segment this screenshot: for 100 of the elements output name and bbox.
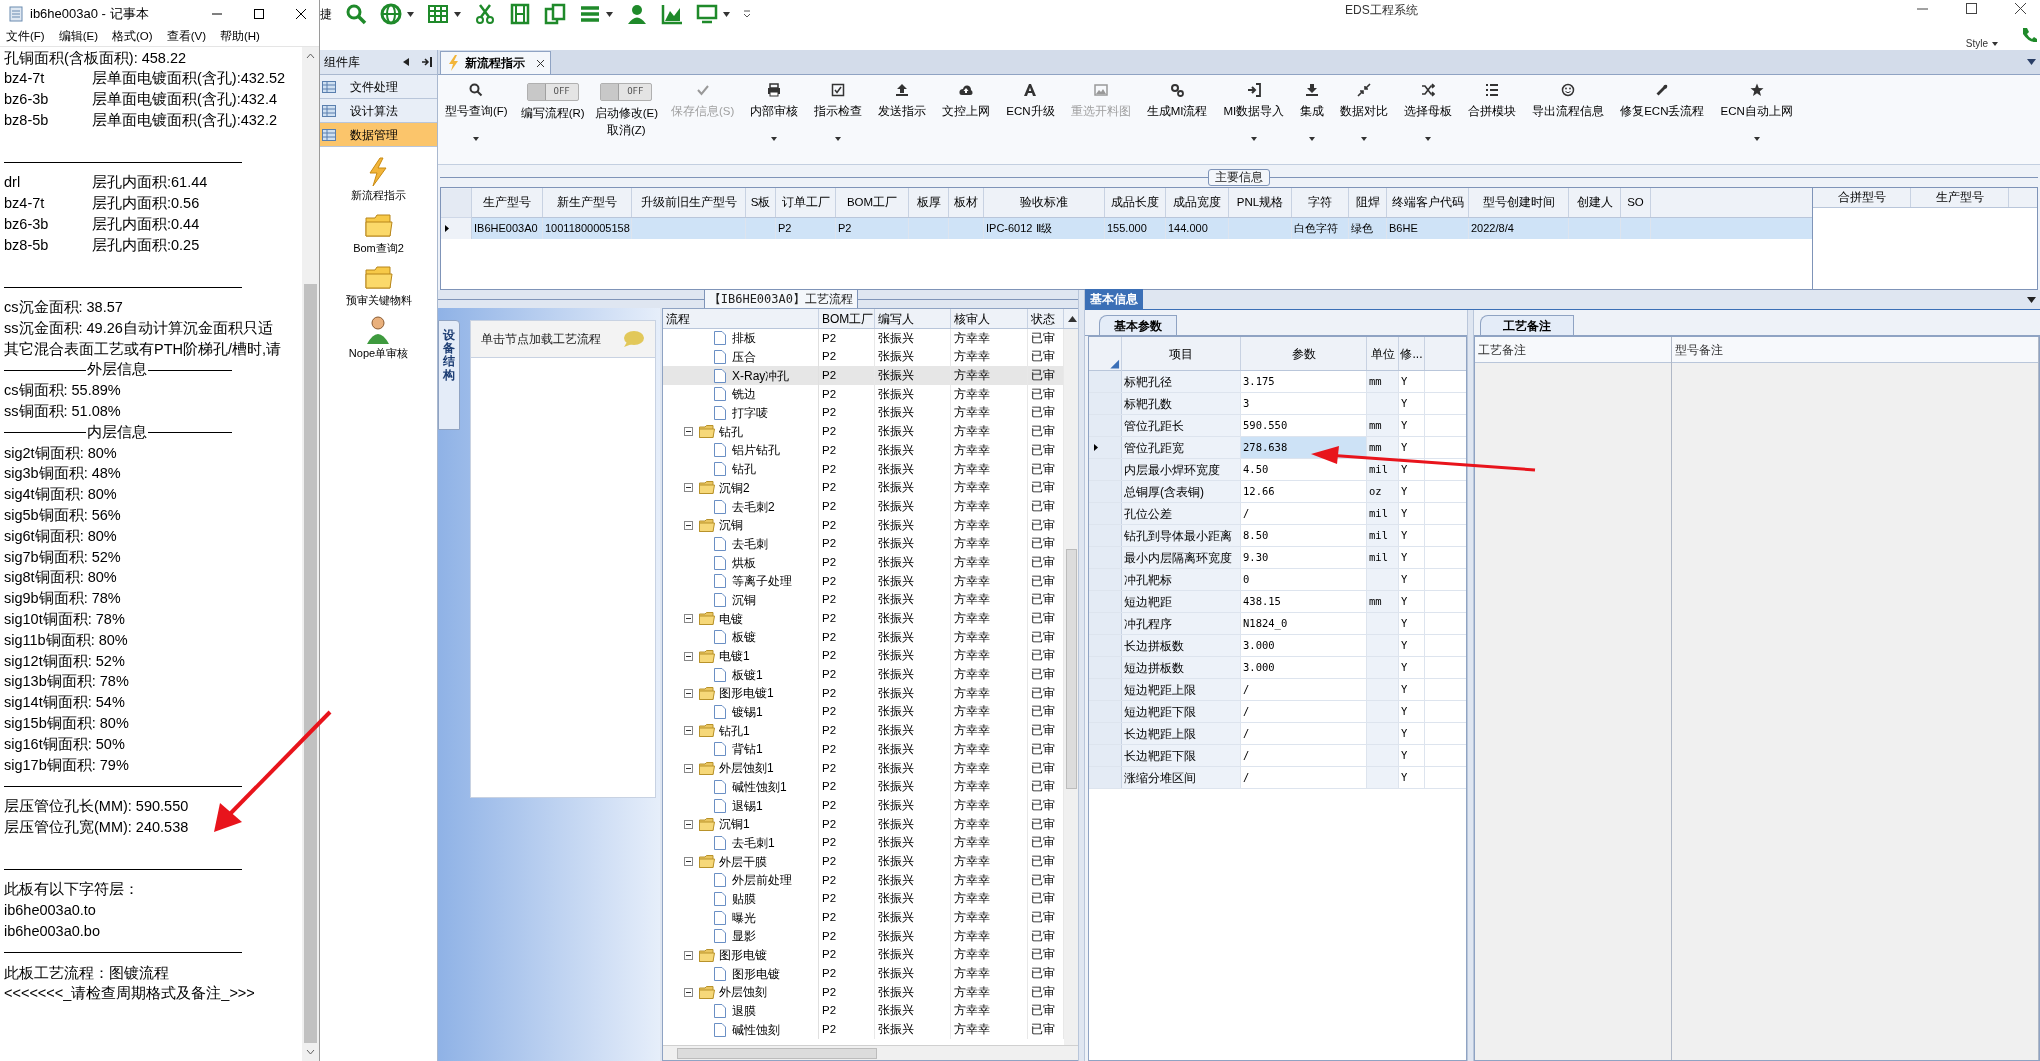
close-icon[interactable] (2015, 3, 2026, 14)
column-header[interactable]: 板材 (949, 188, 984, 217)
row-header[interactable] (441, 218, 472, 239)
table-row[interactable]: 标靶孔数 3 Y (1089, 393, 1466, 415)
table-row[interactable]: 钻孔到导体最小距离 8.50 mil Y (1089, 525, 1466, 547)
scissors-icon[interactable] (474, 3, 496, 25)
column-header[interactable]: 字符 (1292, 188, 1349, 217)
sidebar-item[interactable]: 设计算法 (320, 99, 437, 123)
panel-tab[interactable]: 工艺备注 (1480, 315, 1574, 335)
column-header[interactable]: 型号备注 (1672, 337, 2038, 363)
collapse-box-icon[interactable] (684, 688, 693, 698)
ribbon-button[interactable]: 合拼模块 (1465, 83, 1520, 153)
copy-icon[interactable] (544, 3, 566, 25)
collapse-box-icon[interactable] (684, 427, 693, 437)
table-row[interactable]: 内层最小焊环宽度 4.50 mil Y (1089, 459, 1466, 481)
table-icon[interactable] (427, 3, 449, 25)
scrollbar[interactable] (663, 1045, 1079, 1060)
table-row[interactable]: 短边拼板数 3.000 Y (1089, 657, 1466, 679)
column-header[interactable]: 终端客户代码 (1387, 188, 1469, 217)
table-row[interactable]: 短边靶距 438.15 mm Y (1089, 591, 1466, 613)
sidebar-item[interactable]: 数据管理 (320, 123, 437, 147)
table-row[interactable]: 标靶孔径 3.175 mm Y (1089, 371, 1466, 393)
ribbon-button[interactable]: 数据对比 (1337, 83, 1392, 153)
scroll-up-icon[interactable] (1068, 316, 1077, 322)
column-header[interactable]: 核审人 (951, 309, 1028, 328)
chart-icon[interactable] (661, 3, 683, 25)
phone-icon[interactable] (2020, 26, 2038, 44)
collapse-box-icon[interactable] (684, 614, 693, 624)
column-header[interactable]: BOM工厂 (836, 188, 909, 217)
toggle-switch[interactable]: OFF (600, 83, 653, 101)
table-row[interactable]: 冲孔程序 N1824_0 Y (1089, 613, 1466, 635)
toggle-switch[interactable]: OFF (526, 83, 579, 101)
menu-item[interactable]: 文件(F) (6, 28, 45, 46)
column-header[interactable]: PNL规格 (1229, 188, 1292, 217)
table-row[interactable]: 长边靶距下限 / Y (1089, 745, 1466, 767)
column-header[interactable]: S板 (746, 188, 776, 217)
collapse-box-icon[interactable] (684, 819, 693, 829)
panel-tab[interactable]: 基本参数 (1099, 315, 1177, 335)
globe-icon[interactable] (380, 3, 402, 25)
column-header[interactable]: 工艺备注 (1475, 337, 1671, 363)
table-row[interactable]: 冲孔靶标 0 Y (1089, 569, 1466, 591)
ribbon-button[interactable]: 导出流程信息 (1529, 83, 1608, 153)
close-icon[interactable] (295, 8, 307, 20)
scrollbar-thumb[interactable] (1066, 549, 1077, 789)
cancel-button[interactable]: 取消(Z) (607, 122, 646, 140)
column-header[interactable]: 参数 (1241, 337, 1367, 370)
ribbon-button[interactable]: 修复ECN丢流程 (1617, 83, 1708, 153)
scrollbar-thumb[interactable] (304, 284, 317, 1043)
maximize-icon[interactable] (1966, 3, 1977, 14)
dropdown-icon[interactable] (2027, 297, 2036, 303)
collapse-box-icon[interactable] (684, 763, 693, 773)
table-row[interactable]: 最小内层隔离环宽度 9.30 mil Y (1089, 547, 1466, 569)
column-header[interactable]: 流程 (663, 309, 819, 328)
collapse-box-icon[interactable] (684, 950, 693, 960)
user-icon[interactable] (626, 3, 648, 25)
table-row[interactable]: 孔位公差 / mil Y (1089, 503, 1466, 525)
panel-tab[interactable]: 基本信息 (1085, 289, 1143, 309)
scroll-down-icon[interactable] (306, 1049, 315, 1055)
dropdown-icon[interactable] (2027, 59, 2036, 65)
ribbon-button[interactable]: 选择母板 (1401, 83, 1456, 153)
list-icon[interactable] (579, 3, 601, 25)
ribbon-button[interactable]: ECN自动上网 (1717, 83, 1796, 153)
film-icon[interactable] (509, 3, 531, 25)
caret-icon[interactable] (454, 11, 461, 17)
table-row[interactable]: 涨缩分堆区间 / Y (1089, 767, 1466, 789)
column-header[interactable]: 阻焊 (1349, 188, 1387, 217)
customize-icon[interactable] (743, 10, 751, 18)
collapse-box-icon[interactable] (684, 483, 693, 493)
menu-item[interactable]: 帮助(H) (220, 28, 260, 46)
collapse-box-icon[interactable] (684, 520, 693, 530)
column-header[interactable]: 生产型号 (1911, 188, 2009, 207)
ribbon-button[interactable]: 型号查询(F) (442, 83, 511, 153)
caret-icon[interactable] (723, 11, 730, 17)
collapse-box-icon[interactable] (684, 651, 693, 661)
column-header[interactable]: 修... (1399, 337, 1425, 370)
maximize-icon[interactable] (253, 8, 265, 20)
collapse-box-icon[interactable] (684, 726, 693, 736)
tool-label[interactable]: Bom查询2 (353, 239, 404, 256)
sidebar-item[interactable]: 文件处理 (320, 75, 437, 99)
ribbon-button[interactable]: 发送指示 (875, 83, 930, 153)
collapse-icon[interactable] (403, 58, 409, 66)
menu-item[interactable]: 查看(V) (166, 28, 206, 46)
column-header[interactable]: 成品长度 (1105, 188, 1166, 217)
ribbon-button[interactable]: 文控上网 (939, 83, 994, 153)
scrollbar-thumb[interactable] (677, 1047, 877, 1059)
caret-icon[interactable] (1992, 41, 1998, 46)
table-row[interactable]: 长边拼板数 3.000 Y (1089, 635, 1466, 657)
menu-item[interactable]: 编辑(E) (58, 28, 99, 46)
ribbon-button[interactable]: 指示检查 (811, 83, 866, 153)
table-row[interactable]: 管位孔距长 590.550 mm Y (1089, 415, 1466, 437)
collapse-box-icon[interactable] (684, 857, 693, 867)
column-header[interactable]: 创建人 (1569, 188, 1621, 217)
table-row[interactable]: IB6HE003A0 10011800005158 P2 P2 IPC-6012 Ⅱ级 155.000 144.000 白色字符 绿色 B6HE 2022/8/4 (441, 218, 1812, 239)
scrollbar[interactable] (302, 47, 319, 1061)
ribbon-button[interactable]: MI数据导入 (1220, 83, 1288, 153)
column-header[interactable]: 新生产型号 (543, 188, 632, 217)
column-header[interactable]: 项目 (1122, 337, 1241, 370)
table-row[interactable]: 总铜厚(含表铜) 12.66 oz Y (1089, 481, 1466, 503)
collapse-box-icon[interactable] (684, 987, 693, 997)
column-header[interactable]: 验收标准 (984, 188, 1105, 217)
